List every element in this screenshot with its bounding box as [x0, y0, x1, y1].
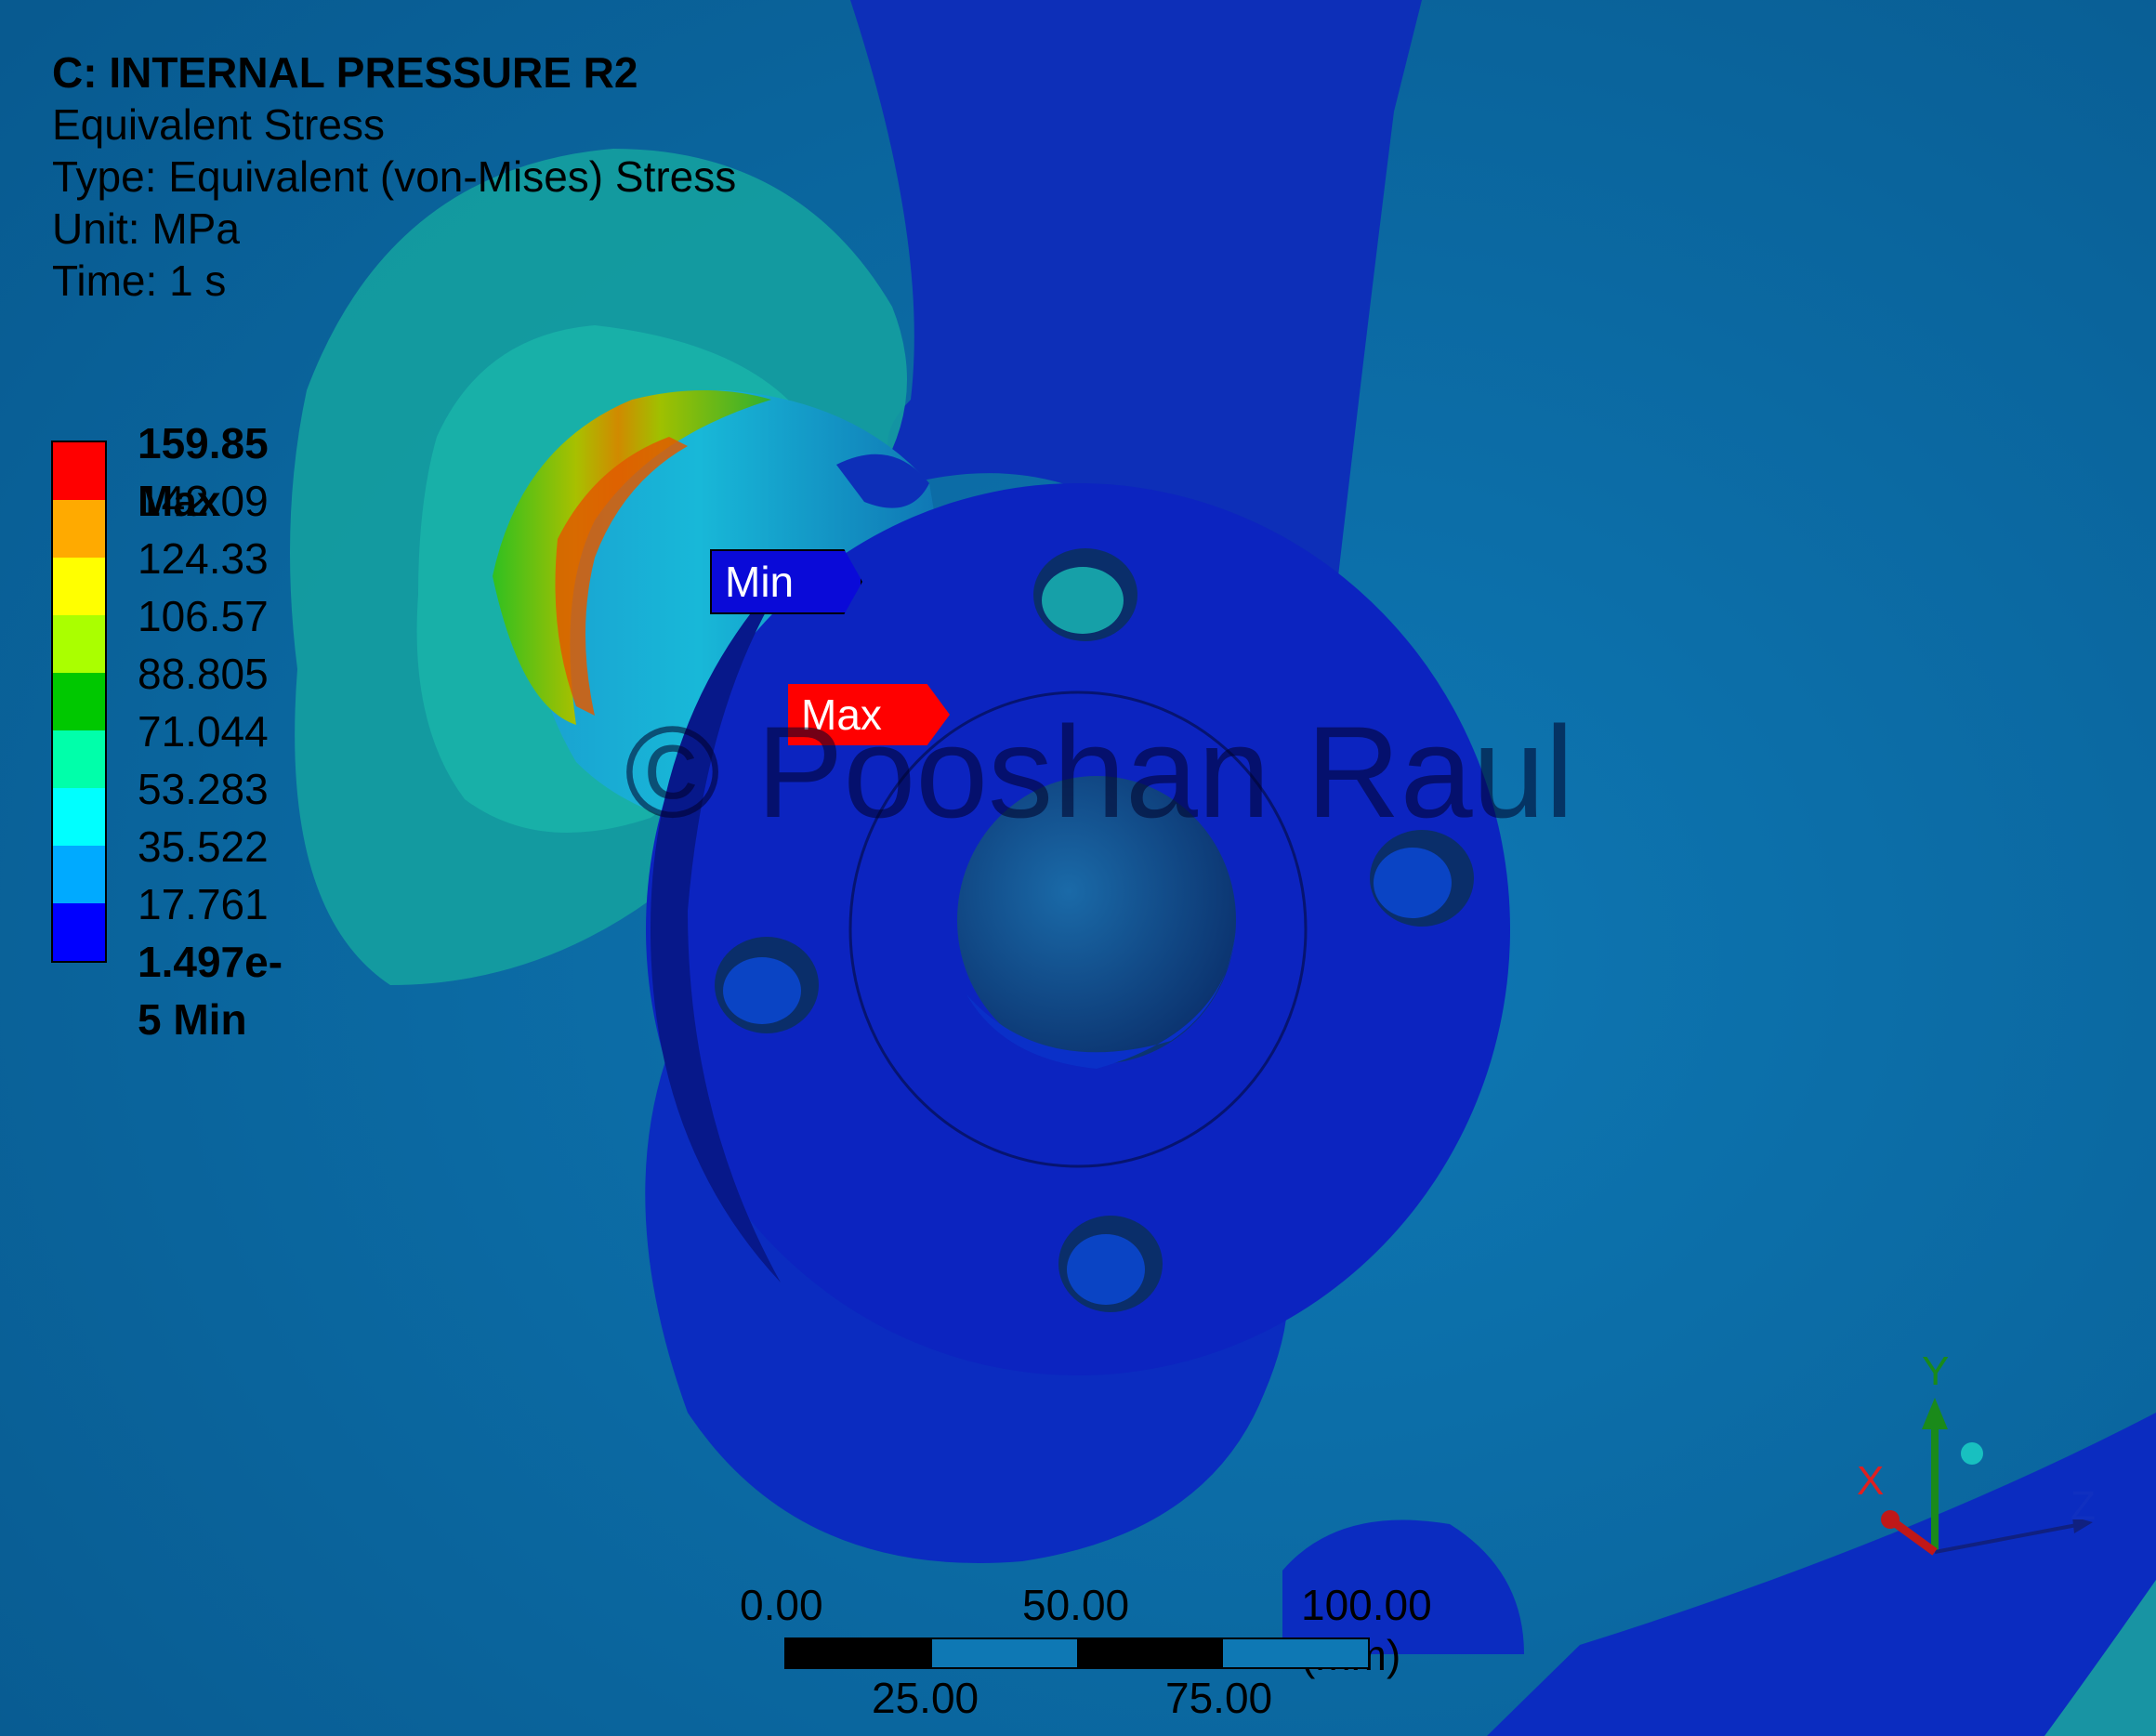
- legend-label: 88.805: [138, 650, 269, 698]
- x-axis-arrow: [1891, 1519, 1938, 1556]
- z-axis-arrow: [1934, 1522, 2083, 1554]
- legend-label: 124.33: [138, 534, 269, 583]
- watermark: © Pooshan Raul: [624, 699, 1574, 845]
- y-axis-label: Y: [1922, 1357, 1949, 1394]
- legend-labels: 159.85 Max 142.09 124.33 106.57 88.805 7…: [138, 414, 283, 1044]
- legend-color-band: [53, 730, 105, 788]
- legend-label: 35.522: [138, 822, 269, 871]
- result-name: Equivalent Stress: [52, 100, 385, 149]
- analysis-title: C: INTERNAL PRESSURE R2: [52, 48, 638, 97]
- min-probe-label[interactable]: Min: [710, 549, 862, 614]
- legend-label: 17.761: [138, 880, 269, 928]
- legend-color-band: [53, 615, 105, 673]
- z-axis-label: Z: [2071, 1483, 2096, 1529]
- scale-ruler: [784, 1637, 1370, 1669]
- legend-max-label: 159.85 Max: [138, 419, 269, 525]
- legend-color-band: [53, 673, 105, 730]
- viewport[interactable]: C: INTERNAL PRESSURE R2 Equivalent Stres…: [0, 0, 2156, 1736]
- result-unit: Unit: MPa: [52, 204, 240, 253]
- legend-label: 106.57: [138, 592, 269, 640]
- result-time: Time: 1 s: [52, 256, 227, 305]
- x-axis-label: X: [1857, 1458, 1884, 1504]
- legend-color-bar: [51, 441, 107, 963]
- scale-tick: 50.00: [1022, 1581, 1130, 1629]
- isometric-ball: [1961, 1442, 1983, 1465]
- scale-tick: 75.00: [1165, 1674, 1273, 1722]
- legend-min-label: 1.497e-5 Min: [138, 938, 283, 1044]
- scale-tick: 25.00: [872, 1674, 979, 1722]
- legend-color-band: [53, 788, 105, 846]
- legend-color-band: [53, 903, 105, 961]
- legend-color-band: [53, 500, 105, 558]
- legend-color-band: [53, 442, 105, 500]
- result-type: Type: Equivalent (von-Mises) Stress: [52, 152, 737, 201]
- scale-tick: 0.00: [740, 1581, 823, 1629]
- axis-triad[interactable]: Y X Z: [1849, 1357, 2110, 1571]
- legend-color-band: [53, 558, 105, 615]
- legend-label: 71.044: [138, 707, 269, 756]
- legend-color-band: [53, 846, 105, 903]
- legend-label: 142.09: [138, 477, 269, 525]
- result-header: C: INTERNAL PRESSURE R2 Equivalent Stres…: [52, 46, 736, 307]
- legend-label: 53.283: [138, 765, 269, 813]
- scale-bar: 0.00 50.00 100.00 (mm) 25.00 75.00: [740, 1580, 1446, 1736]
